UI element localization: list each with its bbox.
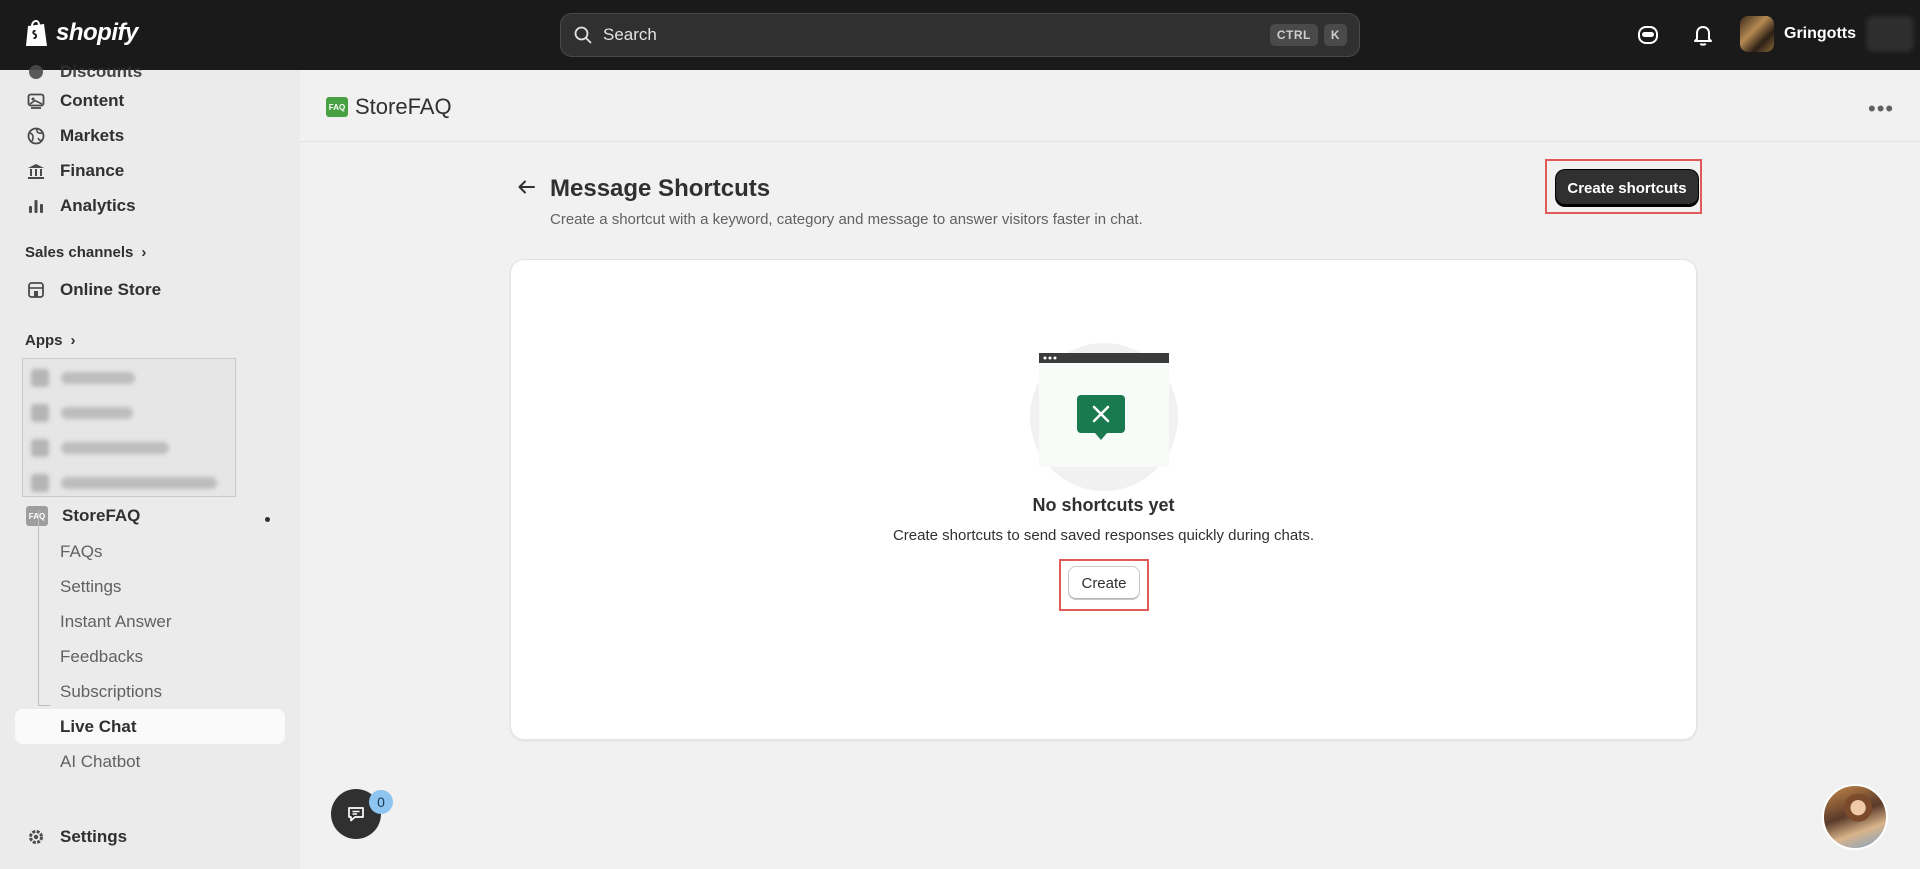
sidebar-item-online-store[interactable]: Online Store <box>26 280 161 300</box>
redacted-app-item[interactable] <box>31 474 217 492</box>
shopify-logo[interactable]: shopify <box>24 18 138 48</box>
redacted-user-info <box>1866 16 1914 52</box>
notifications-bell-icon[interactable] <box>1690 22 1716 48</box>
create-shortcuts-button[interactable]: Create shortcuts <box>1556 170 1698 206</box>
account-menu[interactable]: Gringotts <box>1740 16 1914 52</box>
apps-heading[interactable]: Apps › <box>25 332 76 349</box>
support-agent-avatar[interactable] <box>1822 784 1888 850</box>
globe-icon <box>27 127 45 145</box>
storefaq-logo-icon: FAQ <box>326 97 348 117</box>
page-title: Message Shortcuts <box>550 175 771 202</box>
store-icon <box>28 282 44 298</box>
search-icon <box>574 26 592 44</box>
sidebar-subitem-faqs[interactable]: FAQs <box>60 542 103 562</box>
sidebar-item-discounts-cut[interactable]: Discounts <box>26 62 142 82</box>
bar-chart-icon <box>29 200 43 213</box>
sidebar-item-label: Discounts <box>60 62 143 81</box>
sidebar-item-settings[interactable]: Settings <box>26 827 127 847</box>
sidebar: Discounts Content Markets Finance Analyt… <box>0 62 300 869</box>
user-name: Gringotts <box>1784 25 1856 42</box>
sidebar-item-label: Finance <box>60 161 125 180</box>
shortcut-key-k: K <box>1323 24 1347 46</box>
top-bar: shopify Search CTRL K Gringotts <box>0 0 1920 70</box>
more-actions-icon[interactable]: ••• <box>1868 96 1894 122</box>
sales-channels-heading[interactable]: Sales channels › <box>25 244 146 261</box>
sidebar-subitem-settings[interactable]: Settings <box>60 577 121 597</box>
subnav-tree-line <box>38 510 39 706</box>
sales-channels-label: Sales channels <box>25 244 134 261</box>
sidebar-item-content[interactable]: Content <box>26 91 124 111</box>
create-button[interactable]: Create <box>1068 566 1140 600</box>
content-icon <box>27 93 45 109</box>
app-title: StoreFAQ <box>355 94 452 119</box>
chevron-right-icon: › <box>70 332 76 349</box>
brand-name: shopify <box>56 19 138 46</box>
apps-label: Apps <box>25 332 63 349</box>
chevron-right-icon: › <box>141 244 147 261</box>
sidebar-item-label: Settings <box>60 827 128 846</box>
back-arrow-icon[interactable] <box>516 176 538 198</box>
subnav-tree-hook <box>38 698 50 706</box>
sidebar-subitem-ai-chatbot[interactable]: AI Chatbot <box>60 752 140 772</box>
sidebar-item-storefaq[interactable]: FAQ StoreFAQ <box>26 506 140 526</box>
chat-unread-badge: 0 <box>369 790 393 814</box>
sidebar-item-analytics[interactable]: Analytics <box>26 196 136 216</box>
shopify-bag-icon <box>26 20 47 46</box>
empty-state-illustration <box>1030 343 1178 491</box>
empty-state-title: No shortcuts yet <box>1032 495 1175 515</box>
sidebar-subitem-feedbacks[interactable]: Feedbacks <box>60 647 143 667</box>
search-bar[interactable]: Search CTRL K <box>560 13 1360 57</box>
app-header: FAQ StoreFAQ ••• <box>300 70 1920 142</box>
unread-dot <box>265 517 270 522</box>
redacted-app-item[interactable] <box>31 439 169 457</box>
sidebar-item-label: StoreFAQ <box>62 506 141 525</box>
redacted-apps-list <box>22 358 236 497</box>
empty-state-description: Create shortcuts to send saved responses… <box>892 527 1315 544</box>
redacted-app-item[interactable] <box>31 404 133 422</box>
gear-icon <box>29 830 43 844</box>
sidebar-subitem-subscriptions[interactable]: Subscriptions <box>60 682 162 702</box>
active-item-highlight <box>15 709 285 744</box>
sidebar-subitem-instant-answer[interactable]: Instant Answer <box>60 612 172 632</box>
search-placeholder: Search <box>603 25 657 44</box>
chat-icon <box>348 807 364 822</box>
sidekick-icon[interactable] <box>1635 22 1661 48</box>
sidebar-item-label: Markets <box>60 126 125 145</box>
sidebar-item-finance[interactable]: Finance <box>26 161 124 181</box>
sidebar-item-label: Content <box>60 91 125 110</box>
discount-icon <box>29 65 43 79</box>
store-avatar <box>1740 16 1774 52</box>
sidebar-item-label: Online Store <box>60 280 162 299</box>
sidebar-subitem-live-chat[interactable]: Live Chat <box>60 717 137 737</box>
storefaq-app-icon: FAQ <box>26 506 48 526</box>
page-subtitle: Create a shortcut with a keyword, catego… <box>550 211 1143 228</box>
shortcut-key-ctrl: CTRL <box>1269 24 1318 46</box>
redacted-app-item[interactable] <box>31 369 135 387</box>
sidebar-item-label: Analytics <box>60 196 136 215</box>
sidebar-item-markets[interactable]: Markets <box>26 126 124 146</box>
bank-icon <box>28 164 44 179</box>
